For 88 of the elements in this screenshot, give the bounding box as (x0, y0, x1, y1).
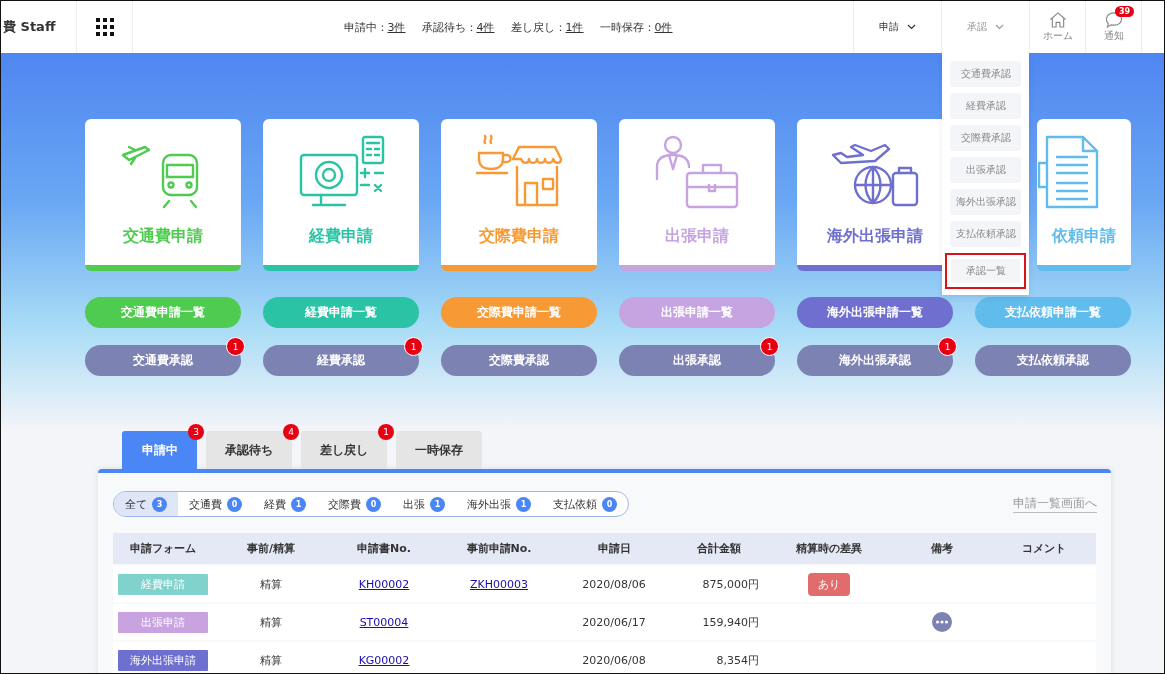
card-title: 交際費申請 (479, 226, 559, 247)
table-cell: 2020/06/17 (582, 615, 646, 629)
card-title: 出張申請 (665, 226, 729, 247)
approve-button[interactable]: 支払依頼承認 (975, 345, 1131, 376)
count-link[interactable]: 4件 (476, 20, 495, 34)
chevron-icon (995, 24, 1004, 30)
table-cell: 2020/08/06 (582, 577, 646, 591)
document-link[interactable]: KG00002 (358, 653, 410, 667)
list-button[interactable]: 交際費申請一覧 (441, 297, 597, 328)
count-link[interactable]: 3件 (387, 20, 406, 34)
count-badge: 1 (516, 496, 531, 512)
filter-chip[interactable]: 海外出張 1 (456, 492, 542, 516)
approval-menu-item[interactable]: 交通費承認 (950, 61, 1021, 87)
category-card[interactable]: 依頼申請 (1037, 119, 1131, 271)
column-header: 精算時の差異 (795, 541, 863, 556)
card-title: 依頼申請 (1052, 226, 1116, 247)
nav-menu[interactable]: 承認 (942, 1, 1029, 53)
approval-menu-item[interactable]: 経費承認 (950, 93, 1021, 119)
card-title: 海外出張申請 (827, 226, 923, 247)
list-button[interactable]: 支払依頼申請一覧 (975, 297, 1131, 328)
approval-menu-item[interactable]: 支払依頼承認 (950, 221, 1021, 247)
status-count: 承認待ち：4件 (421, 19, 495, 35)
count-badge: 1 (938, 337, 957, 356)
category-card[interactable]: 出張申請 (619, 119, 775, 271)
approval-menu-item[interactable]: 交際費承認 (950, 125, 1021, 151)
document-link[interactable]: KH00002 (358, 577, 410, 591)
list-button[interactable]: 交通費申請一覧 (85, 297, 241, 328)
filter-chip[interactable]: 交通費 0 (178, 492, 253, 516)
chevron-icon (907, 24, 916, 30)
list-button[interactable]: 出張申請一覧 (619, 297, 775, 328)
nav-menu[interactable]: 申請 (854, 1, 941, 53)
table-cell: 875,000円 (702, 576, 759, 592)
document-link[interactable]: ZKH00003 (470, 577, 528, 591)
table-cell: 精算 (260, 576, 282, 592)
column-header: 申請フォーム (129, 541, 197, 556)
count-badge: 0 (602, 496, 617, 512)
count-badge: 1 (291, 496, 306, 512)
column-header: コメント (1021, 541, 1067, 556)
document-link[interactable]: ST00004 (359, 615, 409, 629)
column-header: 事前/精算 (246, 541, 296, 556)
status-count: 一時保存：0件 (599, 19, 673, 35)
list-page-link[interactable]: 申請一覧画面へ (1013, 495, 1097, 513)
count-badge: 1 (760, 337, 779, 356)
more-icon[interactable] (931, 612, 952, 632)
column-header: 合計金額 (696, 541, 742, 556)
count-badge: 1 (430, 496, 445, 512)
table-cell: 精算 (260, 652, 282, 668)
card-title: 経費申請 (309, 226, 373, 247)
count-badge: 1 (226, 337, 245, 356)
approval-menu-item[interactable]: 承認一覧 (945, 253, 1026, 289)
filter-chip[interactable]: 経費 1 (253, 492, 317, 516)
form-tag: 出張申請 (118, 611, 208, 633)
column-header: 申請日 (596, 541, 632, 556)
filter-chip[interactable]: 全て 3 (114, 492, 178, 516)
filter-chip[interactable]: 出張 1 (392, 492, 456, 516)
list-button[interactable]: 海外出張申請一覧 (797, 297, 953, 328)
approve-button[interactable]: 交際費承認 (441, 345, 597, 376)
approval-menu-item[interactable]: 出張承認 (950, 157, 1021, 183)
table-cell: 8,354円 (716, 652, 759, 668)
home-icon (1047, 11, 1068, 28)
category-card[interactable]: 交際費申請 (441, 119, 597, 271)
approval-menu-item[interactable]: 海外出張承認 (950, 189, 1021, 215)
count-badge: 3 (152, 496, 167, 512)
filter-chip[interactable]: 支払依頼 0 (542, 492, 628, 516)
filter-chip[interactable]: 交際費 0 (317, 492, 392, 516)
status-count: 申請中：3件 (343, 19, 406, 35)
category-card[interactable]: 交通費申請 (85, 119, 241, 271)
difference-tag: あり (808, 572, 850, 596)
list-button[interactable]: 経費申請一覧 (263, 297, 419, 328)
form-tag: 海外出張申請 (118, 649, 208, 671)
tab[interactable]: 一時保存 (396, 431, 482, 469)
count-link[interactable]: 1件 (565, 20, 584, 34)
table-cell: 2020/06/08 (582, 653, 646, 667)
notification-badge: 39 (1115, 6, 1135, 17)
form-tag: 経費申請 (118, 573, 208, 595)
app-grid-icon[interactable] (95, 18, 114, 36)
category-card[interactable]: 経費申請 (263, 119, 419, 271)
count-link[interactable]: 0件 (654, 20, 673, 34)
column-header: 事前申請No. (465, 541, 533, 556)
count-badge: 1 (404, 337, 423, 356)
count-badge: 0 (227, 496, 242, 512)
status-count: 差し戻し：1件 (510, 19, 584, 35)
card-title: 交通費申請 (123, 226, 203, 247)
column-header: 申請書No. (356, 541, 412, 556)
table-cell: 159,940円 (702, 614, 759, 630)
column-header: 備考 (929, 541, 954, 556)
count-badge: 0 (366, 496, 381, 512)
table-cell: 精算 (260, 614, 282, 630)
